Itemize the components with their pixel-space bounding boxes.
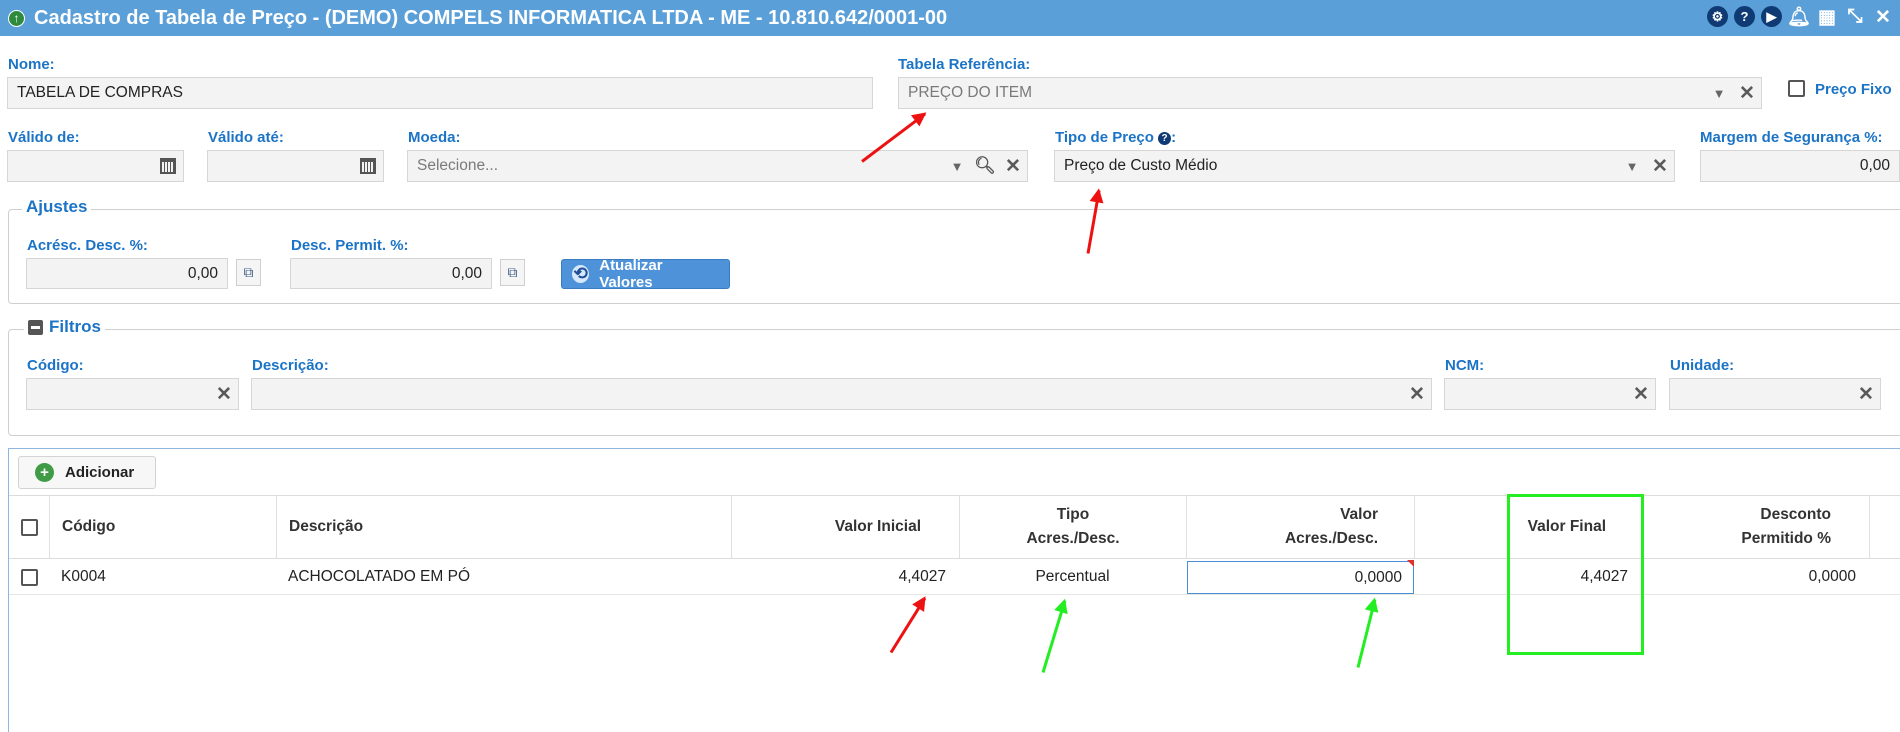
header-spacer <box>1869 496 1900 558</box>
margem-seguranca-value: 0,00 <box>1859 157 1890 174</box>
chevron-down-icon[interactable]: ▼ <box>943 151 971 181</box>
chevron-down-icon[interactable]: ▼ <box>1705 78 1733 108</box>
header-tipo[interactable]: Tipo Acres./Desc. <box>959 496 1186 558</box>
desc-permit-value: 0,00 <box>451 264 482 282</box>
row-desconto-permitido[interactable]: 0,0000 <box>1641 560 1856 594</box>
close-icon[interactable]: ✕ <box>1872 6 1894 28</box>
settings-icon[interactable]: ⚙ <box>1707 6 1728 27</box>
title-bar: ↑ Cadastro de Tabela de Preço - (DEMO) C… <box>0 0 1900 36</box>
margem-seguranca-label: Margem de Segurança %: <box>1700 129 1883 146</box>
row-descricao[interactable]: ACHOCOLATADO EM PÓ <box>288 560 718 594</box>
descricao-filter-label: Descrição: <box>252 357 329 374</box>
desc-permit-field[interactable]: 0,00 <box>290 258 492 289</box>
nome-field[interactable]: TABELA DE COMPRAS <box>7 77 873 109</box>
valido-de-label: Válido de: <box>8 129 80 146</box>
row-codigo[interactable]: K0004 <box>61 560 271 594</box>
desc-permit-label: Desc. Permit. %: <box>291 237 409 254</box>
margem-seguranca-field[interactable]: 0,00 <box>1700 150 1900 182</box>
ncm-filter-label: NCM: <box>1445 357 1485 374</box>
header-desconto-permitido[interactable]: Desconto Permitido % <box>1641 496 1869 558</box>
highlight-box-valor-final <box>1507 494 1644 655</box>
refresh-icon: ⟲ <box>572 264 590 283</box>
nome-value: TABELA DE COMPRAS <box>17 84 183 101</box>
expand-icon[interactable]: ⤡ <box>1844 6 1866 28</box>
row-tipo[interactable]: Percentual <box>959 560 1186 594</box>
row-checkbox[interactable] <box>20 568 38 586</box>
codigo-filter-field[interactable]: ✕ <box>26 378 239 410</box>
ncm-filter-field[interactable]: ✕ <box>1444 378 1656 410</box>
unidade-filter-field[interactable]: ✕ <box>1669 378 1881 410</box>
search-icon[interactable]: 🔍︎ <box>971 151 999 181</box>
clear-icon[interactable]: ✕ <box>999 151 1027 181</box>
calendar-icon[interactable] <box>153 151 183 181</box>
tipo-preco-value: Preço de Custo Médio <box>1064 157 1218 174</box>
collapse-icon[interactable] <box>28 319 43 335</box>
window-title: Cadastro de Tabela de Preço - (DEMO) COM… <box>34 6 948 29</box>
header-valor-acres[interactable]: Valor Acres./Desc. <box>1186 496 1414 558</box>
filtros-legend[interactable]: Filtros <box>24 317 105 337</box>
row-valor-acres-input[interactable]: 0,0000 <box>1187 561 1414 594</box>
tabela-referencia-label: Tabela Referência: <box>898 56 1031 73</box>
select-all-checkbox[interactable] <box>20 518 38 536</box>
moeda-select[interactable]: Selecione... ▼ 🔍︎ ✕ <box>407 150 1028 182</box>
atualizar-valores-button[interactable]: ⟲ Atualizar Valores <box>561 257 730 291</box>
add-icon: + <box>35 463 54 482</box>
bell-icon[interactable]: 🔔︎ <box>1787 6 1811 28</box>
copy-icon[interactable]: ⧉ <box>500 259 525 286</box>
clear-icon[interactable]: ✕ <box>1852 379 1880 409</box>
tabela-referencia-field[interactable]: PREÇO DO ITEM ▼ ✕ <box>898 77 1762 109</box>
clear-icon[interactable]: ✕ <box>1646 151 1674 181</box>
acresc-desc-value: 0,00 <box>187 264 218 282</box>
ajustes-legend: Ajustes <box>22 197 92 217</box>
header-descricao[interactable]: Descrição <box>276 496 731 558</box>
nome-label: Nome: <box>8 56 55 73</box>
clear-icon[interactable]: ✕ <box>1733 78 1761 108</box>
ajustes-panel <box>8 209 1900 304</box>
preco-fixo-label: Preço Fixo <box>1815 81 1892 98</box>
adicionar-button[interactable]: + Adicionar <box>18 456 156 489</box>
acresc-desc-label: Acrésc. Desc. %: <box>27 237 148 254</box>
dirty-cell-marker <box>1407 560 1414 567</box>
tipo-preco-label: Tipo de Preço ?: <box>1055 129 1177 146</box>
clear-icon[interactable]: ✕ <box>210 379 238 409</box>
valido-ate-label: Válido até: <box>208 129 284 146</box>
tipo-preco-select[interactable]: Preço de Custo Médio ▼ ✕ <box>1054 150 1675 182</box>
moeda-label: Moeda: <box>408 129 461 146</box>
calendar-icon[interactable]: ▦ <box>1816 6 1838 28</box>
arrow-up-circle-icon: ↑ <box>8 9 25 27</box>
acresc-desc-field[interactable]: 0,00 <box>26 258 228 289</box>
chevron-down-icon[interactable]: ▼ <box>1618 151 1646 181</box>
tabela-referencia-value: PREÇO DO ITEM <box>908 84 1033 101</box>
clear-icon[interactable]: ✕ <box>1627 379 1655 409</box>
header-codigo[interactable]: Código <box>49 496 276 558</box>
descricao-filter-field[interactable]: ✕ <box>251 378 1432 410</box>
preco-fixo-checkbox[interactable] <box>1788 80 1805 97</box>
valido-de-field[interactable] <box>7 150 184 182</box>
unidade-filter-label: Unidade: <box>1670 357 1735 374</box>
play-icon[interactable]: ▶ <box>1761 6 1782 27</box>
help-icon[interactable]: ? <box>1158 132 1172 145</box>
clear-icon[interactable]: ✕ <box>1403 379 1431 409</box>
calendar-icon[interactable] <box>353 151 383 181</box>
codigo-filter-label: Código: <box>27 357 84 374</box>
row-select[interactable] <box>9 560 49 594</box>
header-select-all[interactable] <box>9 496 49 558</box>
header-valor-inicial[interactable]: Valor Inicial <box>731 496 959 558</box>
help-icon[interactable]: ? <box>1734 6 1755 27</box>
valido-ate-field[interactable] <box>207 150 384 182</box>
copy-icon[interactable]: ⧉ <box>236 259 261 286</box>
row-valor-inicial[interactable]: 4,4027 <box>731 560 946 594</box>
